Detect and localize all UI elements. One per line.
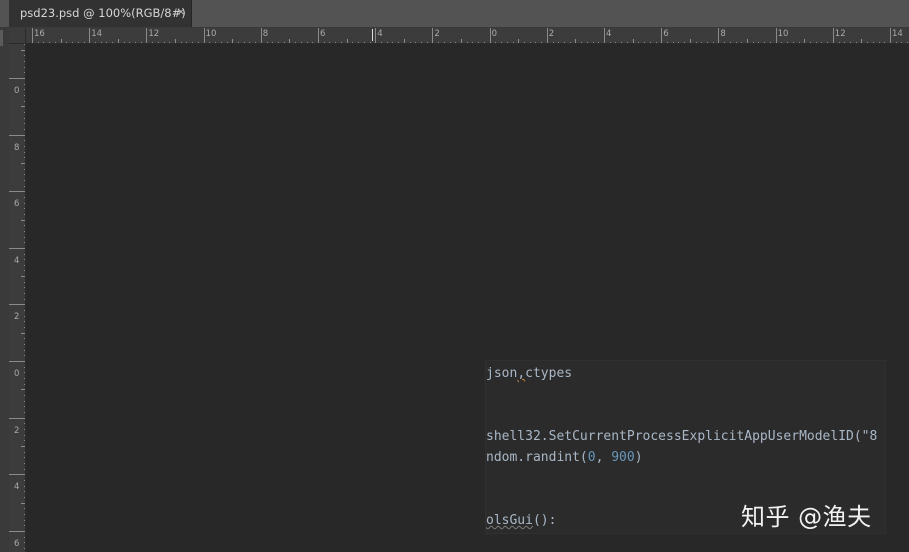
ruler-major-tick bbox=[9, 361, 25, 362]
ruler-label: 4 bbox=[606, 29, 612, 39]
code-token: json bbox=[486, 366, 518, 381]
ruler-major-tick bbox=[604, 28, 605, 43]
ruler-major-tick bbox=[546, 28, 548, 43]
document-tab-bar: psd23.psd @ 100%(RGB/8#) × bbox=[0, 0, 909, 28]
ruler-label: 14 bbox=[892, 29, 903, 39]
ruler-major-tick bbox=[318, 28, 319, 43]
ruler-major-tick bbox=[9, 78, 25, 79]
code-token: , bbox=[595, 450, 612, 465]
ruler-major-tick bbox=[203, 28, 205, 43]
ruler-major-tick bbox=[489, 28, 491, 43]
ruler-major-tick bbox=[260, 28, 262, 43]
ruler-label: 8 bbox=[720, 29, 726, 39]
code-line-3: ndom.randint(0, 900) bbox=[486, 450, 643, 465]
document-tab-title: psd23.psd @ 100%(RGB/8#) bbox=[20, 6, 186, 20]
ruler-label: 4 bbox=[377, 29, 383, 39]
ruler-label: 0 bbox=[491, 29, 498, 39]
code-token: (): bbox=[532, 513, 557, 528]
ruler-major-tick bbox=[432, 28, 434, 43]
ruler-label: 10 bbox=[777, 29, 789, 39]
ruler-label: 0 bbox=[14, 369, 20, 379]
ruler-label: 6 bbox=[14, 538, 20, 549]
ruler-label: 4 bbox=[14, 255, 20, 266]
code-token: ) bbox=[634, 450, 643, 465]
ruler-major-tick bbox=[661, 28, 663, 43]
ruler-major-tick bbox=[9, 247, 25, 249]
ruler-major-tick bbox=[9, 417, 25, 419]
code-token: ctypes bbox=[525, 366, 573, 381]
ruler-major-tick bbox=[375, 28, 377, 43]
ruler-major-tick bbox=[832, 28, 834, 43]
vertical-ruler[interactable]: 0 8 6 4 2 0 2 4 6 bbox=[9, 44, 26, 552]
code-token: olsGui bbox=[486, 513, 533, 528]
code-number: 0 bbox=[587, 450, 596, 465]
panel-grip-handle[interactable] bbox=[0, 30, 3, 46]
ruler-label: 8 bbox=[262, 29, 269, 39]
tools-panel-edge bbox=[0, 28, 9, 552]
code-line-4: olsGui(): bbox=[486, 513, 556, 528]
document-tab[interactable]: psd23.psd @ 100%(RGB/8#) × bbox=[9, 0, 192, 27]
ruler-label: 12 bbox=[834, 29, 846, 39]
ruler-label: 0 bbox=[14, 86, 20, 96]
code-token: , bbox=[517, 366, 526, 381]
code-token: ndom.randint( bbox=[486, 450, 588, 465]
ruler-label: 6 bbox=[14, 199, 20, 210]
ruler-label: 12 bbox=[148, 29, 160, 39]
ruler-label: 6 bbox=[320, 29, 326, 39]
ruler-label: 8 bbox=[14, 142, 20, 153]
ruler-major-tick bbox=[89, 28, 91, 43]
ruler-label: 2 bbox=[548, 29, 555, 39]
ruler-label: 16 bbox=[34, 29, 45, 39]
ruler-label: 2 bbox=[434, 29, 440, 39]
ruler-label: 4 bbox=[14, 482, 20, 493]
ruler-major-tick bbox=[9, 474, 25, 476]
ruler-major-tick bbox=[9, 304, 25, 306]
code-line-2: shell32.SetCurrentProcessExplicitAppUser… bbox=[486, 429, 878, 444]
ruler-origin-corner[interactable] bbox=[9, 28, 26, 44]
code-number: 900 bbox=[611, 450, 635, 465]
ruler-major-tick bbox=[9, 530, 25, 532]
ruler-major-tick bbox=[775, 28, 777, 43]
zhihu-watermark: 知乎 @渔夫 bbox=[741, 503, 872, 531]
ruler-label: 6 bbox=[663, 29, 669, 39]
ruler-label: 2 bbox=[14, 312, 20, 323]
ruler-major-tick bbox=[146, 28, 148, 43]
ruler-label: 14 bbox=[91, 29, 103, 39]
ruler-major-tick bbox=[9, 134, 25, 136]
ruler-cursor-marker bbox=[372, 29, 373, 41]
ruler-major-tick bbox=[32, 28, 33, 43]
ruler-major-tick bbox=[718, 28, 720, 43]
code-line-1: json,ctypes bbox=[486, 366, 572, 381]
ruler-major-tick bbox=[9, 191, 25, 193]
close-tab-icon[interactable]: × bbox=[175, 5, 187, 19]
ruler-label: 10 bbox=[205, 29, 217, 39]
ruler-label: 2 bbox=[14, 425, 20, 436]
horizontal-ruler[interactable]: 16 14 12 10 8 6 4 2 0 2 4 6 8 10 12 14 bbox=[26, 28, 909, 44]
ruler-major-tick bbox=[890, 28, 891, 43]
